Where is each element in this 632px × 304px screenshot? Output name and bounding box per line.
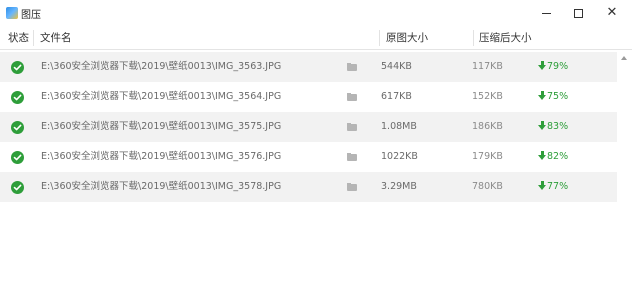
ratio-value: 83% [547, 121, 569, 132]
original-size: 1.08MB [381, 121, 417, 132]
table-header: 状态 文件名 原图大小 压缩后大小 [0, 26, 632, 50]
check-circle-icon [11, 61, 24, 74]
table-row[interactable]: E:\360安全浏览器下载\2019\壁纸0013\IMG_3563.JPG 5… [0, 52, 617, 82]
folder-icon[interactable] [347, 63, 357, 71]
close-icon: ✕ [606, 5, 618, 20]
arrow-down-icon [538, 181, 546, 190]
compressed-size: 780KB [472, 181, 503, 192]
compressed-size: 117KB [472, 61, 503, 72]
scroll-up-arrow-icon[interactable] [621, 56, 627, 60]
original-size: 1022KB [381, 151, 418, 162]
header-divider[interactable] [379, 30, 380, 46]
app-window: 图压 ✕ 状态 文件名 原图大小 压缩后大小 E:\360安全浏览器下载\201… [0, 0, 632, 304]
compression-ratio: 79% [538, 52, 568, 82]
compression-ratio: 77% [538, 172, 568, 202]
maximize-button[interactable] [566, 4, 590, 22]
header-compressed-size[interactable]: 压缩后大小 [479, 26, 532, 50]
original-size: 544KB [381, 61, 412, 72]
vertical-scrollbar[interactable] [617, 50, 632, 304]
table-row[interactable]: E:\360安全浏览器下载\2019\壁纸0013\IMG_3578.JPG 3… [0, 172, 617, 202]
compression-ratio: 83% [538, 112, 568, 142]
file-path: E:\360安全浏览器下载\2019\壁纸0013\IMG_3578.JPG [41, 181, 282, 192]
app-logo-icon [6, 7, 18, 19]
folder-icon[interactable] [347, 123, 357, 131]
folder-icon[interactable] [347, 93, 357, 101]
file-path: E:\360安全浏览器下载\2019\壁纸0013\IMG_3575.JPG [41, 121, 282, 132]
header-divider[interactable] [33, 30, 34, 46]
check-circle-icon [11, 151, 24, 164]
arrow-down-icon [538, 61, 546, 70]
check-circle-icon [11, 181, 24, 194]
compressed-size: 152KB [472, 91, 503, 102]
close-button[interactable]: ✕ [600, 4, 624, 22]
ratio-value: 79% [547, 61, 569, 72]
ratio-value: 75% [547, 91, 569, 102]
header-filename[interactable]: 文件名 [40, 26, 72, 50]
compression-ratio: 82% [538, 142, 568, 172]
window-title: 图压 [21, 10, 41, 21]
maximize-icon [573, 9, 583, 18]
compressed-size: 186KB [472, 121, 503, 132]
compressed-size: 179KB [472, 151, 503, 162]
original-size: 3.29MB [381, 181, 417, 192]
file-path: E:\360安全浏览器下载\2019\壁纸0013\IMG_3576.JPG [41, 151, 282, 162]
check-circle-icon [11, 91, 24, 104]
folder-icon[interactable] [347, 183, 357, 191]
arrow-down-icon [538, 121, 546, 130]
minimize-icon [541, 13, 551, 14]
table-row[interactable]: E:\360安全浏览器下载\2019\壁纸0013\IMG_3564.JPG 6… [0, 82, 617, 112]
header-original-size[interactable]: 原图大小 [386, 26, 428, 50]
header-status[interactable]: 状态 [8, 26, 29, 50]
check-circle-icon [11, 121, 24, 134]
arrow-down-icon [538, 91, 546, 100]
original-size: 617KB [381, 91, 412, 102]
minimize-button[interactable] [534, 4, 558, 22]
file-path: E:\360安全浏览器下载\2019\壁纸0013\IMG_3564.JPG [41, 91, 282, 102]
folder-icon[interactable] [347, 153, 357, 161]
arrow-down-icon [538, 151, 546, 160]
title-bar[interactable]: 图压 ✕ [0, 0, 632, 26]
compression-ratio: 75% [538, 82, 568, 112]
header-divider[interactable] [473, 30, 474, 46]
table-row[interactable]: E:\360安全浏览器下载\2019\壁纸0013\IMG_3575.JPG 1… [0, 112, 617, 142]
table-row[interactable]: E:\360安全浏览器下载\2019\壁纸0013\IMG_3576.JPG 1… [0, 142, 617, 172]
ratio-value: 77% [547, 181, 569, 192]
file-path: E:\360安全浏览器下载\2019\壁纸0013\IMG_3563.JPG [41, 61, 282, 72]
ratio-value: 82% [547, 151, 569, 162]
